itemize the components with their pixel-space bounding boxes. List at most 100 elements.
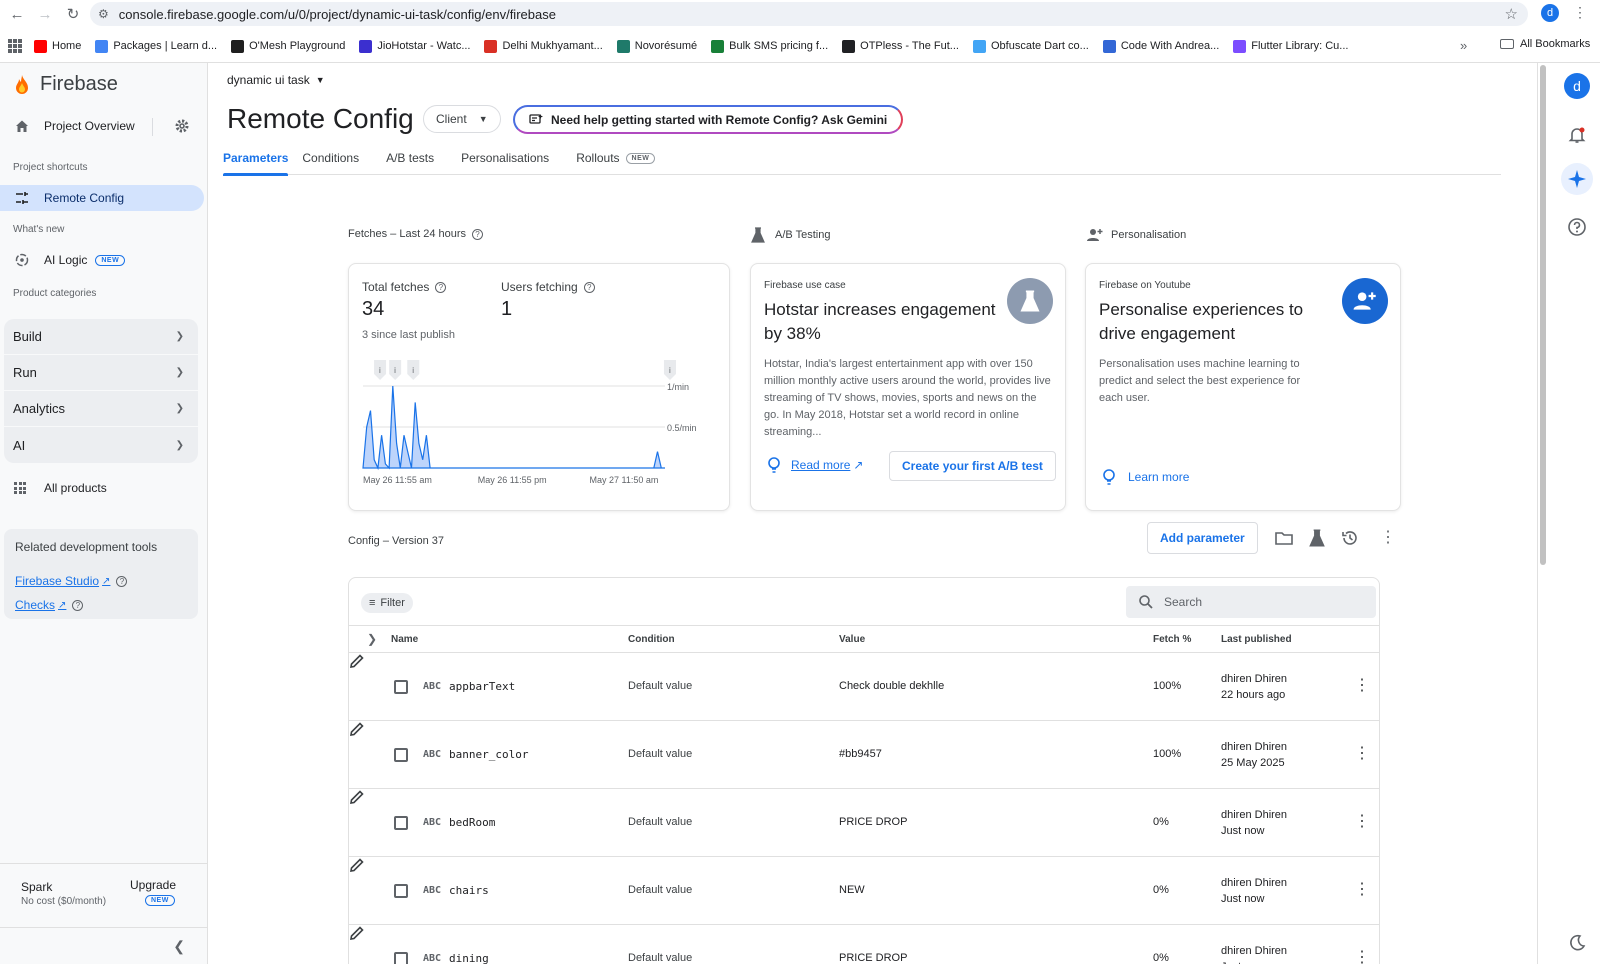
scrollbar[interactable] [1538,63,1548,964]
parameter-name[interactable]: bedRoom [449,816,495,829]
flask-icon[interactable] [1308,529,1326,547]
parameter-name[interactable]: chairs [449,884,489,897]
edit-pencil-icon[interactable] [349,653,365,669]
forward-icon[interactable]: → [34,3,56,25]
project-overview-link[interactable]: Project Overview [0,107,208,145]
row-checkbox[interactable] [394,680,408,694]
edit-pencil-icon[interactable] [349,857,365,873]
category-analytics[interactable]: Analytics ❯ [4,391,198,427]
bookmark-item[interactable]: Delhi Mukhyamant... [484,39,603,53]
scrollbar-thumb[interactable] [1540,65,1546,565]
bookmark-item[interactable]: Novorésumé [616,39,697,53]
history-icon[interactable] [1341,529,1359,547]
table-row[interactable]: ABC dining Default value PRICE DROP 0% dhiren… [349,925,1379,964]
row-more-options-icon[interactable]: ⋮ [1354,675,1370,695]
apps-grid-icon[interactable] [8,39,22,53]
help-icon[interactable]: ? [583,281,595,293]
reload-icon[interactable]: ↻ [62,3,84,25]
ab-testing-section-label: A/B Testing [751,227,830,243]
last-published: dhiren Dhiren Just now [1221,875,1287,907]
all-products-link[interactable]: All products [14,481,107,495]
table-row[interactable]: ABC chairs Default value NEW 0% dhiren Dhiren… [349,857,1379,925]
category-ai[interactable]: AI ❯ [4,427,198,463]
tab-rollouts[interactable]: Rollouts NEW [576,149,668,175]
parameter-name[interactable]: banner_color [449,748,528,761]
tab-personalisations[interactable]: Personalisations [461,149,562,175]
help-icon[interactable]: ? [472,228,484,240]
learn-more-link[interactable]: Learn more [1102,468,1189,486]
bookmark-item[interactable]: O'Mesh Playground [231,39,345,53]
edit-pencil-icon[interactable] [349,721,365,737]
project-selector[interactable]: dynamic ui task ▼ [227,73,325,87]
row-checkbox[interactable] [394,816,408,830]
table-row[interactable]: ABC appbarText Default value Check double d… [349,653,1379,721]
site-info-icon[interactable]: ⚙ [98,7,109,21]
help-icon[interactable] [1567,217,1587,237]
row-checkbox[interactable] [394,952,408,964]
bookmark-item[interactable]: JioHotstar - Watc... [359,39,470,53]
column-header-name[interactable]: Name [391,634,418,645]
read-more-link[interactable]: Read more ↗ [767,456,863,474]
column-header-last-published[interactable]: Last published [1221,634,1292,645]
account-avatar[interactable]: d [1564,73,1590,99]
collapse-sidebar-button[interactable]: ❮ [0,927,207,964]
notifications-bell-icon[interactable] [1567,125,1587,145]
category-run[interactable]: Run ❯ [4,355,198,391]
bookmark-item[interactable]: Bulk SMS pricing f... [711,39,828,53]
more-bookmarks-icon[interactable]: » [1460,38,1467,53]
expand-all-chevron-icon[interactable]: ❯ [367,632,377,646]
table-row[interactable]: ABC banner_color Default value #bb9457 100% d… [349,721,1379,789]
sidebar-item-ai-logic[interactable]: AI Logic NEW [0,247,204,273]
client-select[interactable]: Client ▼ [423,105,501,133]
upgrade-button[interactable]: Upgrade [130,878,176,892]
category-build[interactable]: Build ❯ [4,319,198,355]
bookmark-item[interactable]: Home [34,39,81,53]
filter-button[interactable]: ≡ Filter [361,593,413,613]
folder-icon[interactable] [1275,529,1293,547]
ask-gemini-label: Need help getting started with Remote Co… [551,112,888,127]
bookmark-item[interactable]: Flutter Library: Cu... [1233,39,1348,53]
bookmark-item[interactable]: OTPless - The Fut... [842,39,959,53]
browser-menu-icon[interactable]: ⋮ [1573,4,1587,21]
edit-pencil-icon[interactable] [349,789,365,805]
help-icon[interactable]: ? [116,575,128,587]
add-parameter-button[interactable]: Add parameter [1147,522,1258,554]
settings-gear-icon[interactable] [174,118,190,134]
column-header-condition[interactable]: Condition [628,634,675,645]
edit-pencil-icon[interactable] [349,925,365,941]
more-options-icon[interactable]: ⋮ [1380,527,1396,547]
bookmark-item[interactable]: Code With Andrea... [1102,39,1219,53]
create-ab-test-button[interactable]: Create your first A/B test [889,451,1056,481]
row-more-options-icon[interactable]: ⋮ [1354,743,1370,763]
row-checkbox[interactable] [394,748,408,762]
row-more-options-icon[interactable]: ⋮ [1354,811,1370,831]
sidebar-item-remote-config[interactable]: Remote Config [0,185,204,211]
help-icon[interactable]: ? [435,281,447,293]
table-row[interactable]: ABC bedRoom Default value PRICE DROP 0% dhire… [349,789,1379,857]
parameter-name[interactable]: dining [449,952,489,964]
help-icon[interactable]: ? [72,599,84,611]
row-more-options-icon[interactable]: ⋮ [1354,947,1370,964]
bookmark-star-icon[interactable]: ☆ [1505,5,1518,23]
tab-ab-tests[interactable]: A/B tests [386,149,447,175]
search-input[interactable]: Search [1126,586,1376,618]
ask-gemini-button[interactable]: Need help getting started with Remote Co… [513,105,904,134]
address-bar[interactable]: ⚙ console.firebase.google.com/u/0/projec… [90,2,1528,26]
bookmark-item[interactable]: Packages | Learn d... [95,39,217,53]
bookmark-item[interactable]: Obfuscate Dart co... [972,39,1089,53]
all-bookmarks-button[interactable]: All Bookmarks [1500,38,1590,50]
checks-link[interactable]: Checks ↗ [15,598,66,612]
back-icon[interactable]: ← [6,3,28,25]
firebase-logo[interactable]: Firebase [14,73,118,96]
row-more-options-icon[interactable]: ⋮ [1354,879,1370,899]
row-checkbox[interactable] [394,884,408,898]
parameter-name[interactable]: appbarText [449,680,515,693]
firebase-studio-link[interactable]: Firebase Studio ↗ [15,574,110,588]
dark-mode-icon[interactable] [1567,933,1587,953]
search-icon [1139,595,1153,609]
tab-parameters[interactable]: Parameters [223,149,289,176]
column-header-value[interactable]: Value [839,634,865,645]
tab-conditions[interactable]: Conditions [302,149,372,175]
browser-profile-avatar[interactable]: d [1541,4,1559,22]
column-header-fetch[interactable]: Fetch % [1153,634,1191,645]
